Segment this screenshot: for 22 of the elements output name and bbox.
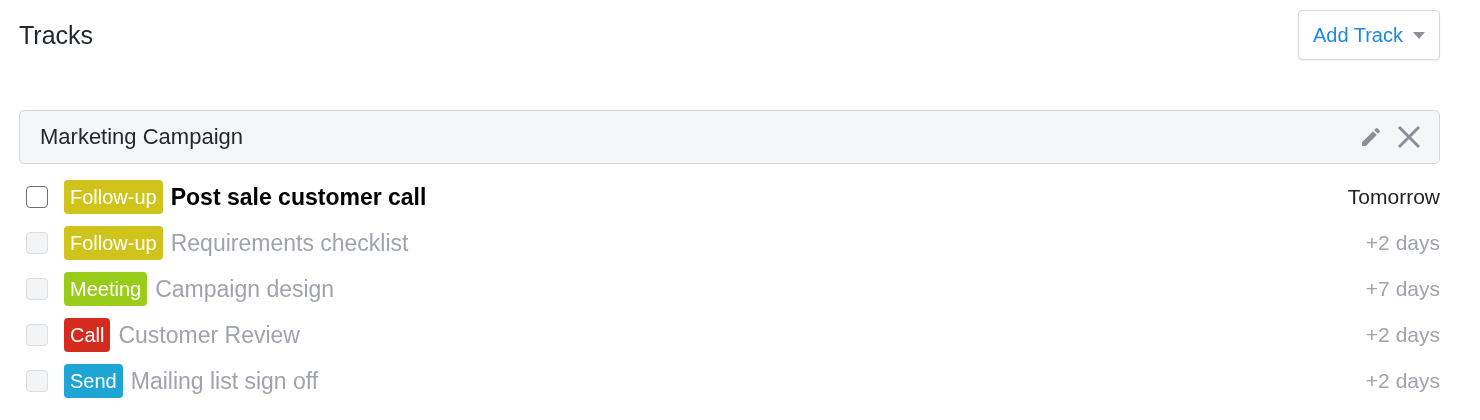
task-due-date: +7 days — [1365, 277, 1440, 301]
task-title: Mailing list sign off — [130, 367, 320, 395]
task-due-date: Tomorrow — [1347, 185, 1440, 209]
close-icon[interactable] — [1397, 125, 1421, 149]
task-tag: Follow-up — [64, 226, 163, 260]
task-tag: Follow-up — [64, 180, 163, 214]
task-title: Post sale customer call — [170, 183, 428, 211]
task-tag: Meeting — [64, 272, 148, 306]
task-title: Customer Review — [118, 321, 301, 349]
task-checkbox[interactable] — [26, 186, 48, 208]
task-due-date: +2 days — [1365, 369, 1440, 393]
task-title: Requirements checklist — [170, 229, 410, 257]
task-due-date: +2 days — [1365, 323, 1440, 347]
task-tag: Send — [64, 364, 123, 398]
task-tag: Call — [64, 318, 111, 352]
pencil-icon[interactable] — [1359, 125, 1383, 149]
page-title: Tracks — [19, 20, 94, 50]
task-due-date: +2 days — [1365, 231, 1440, 255]
task-title: Campaign design — [155, 275, 336, 303]
add-track-button[interactable]: Add Track — [1297, 10, 1440, 60]
caret-icon — [1413, 31, 1425, 39]
group-name: Marketing Campaign — [40, 124, 243, 150]
